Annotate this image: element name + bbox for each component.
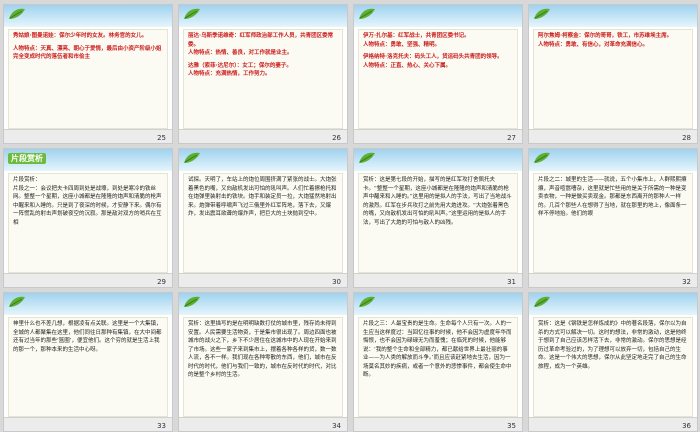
slide-text-line: 人物特点：天真、漂亮、朝心于爱情，最后由小资产阶级小姐完全变成时代的落伍者和市侩…	[13, 45, 162, 61]
slide-header-band	[354, 149, 522, 171]
slide-text-line: 赏析：这里描写的是在明明缺数打仗的城市里，残存尚未得到安置。人民需要生活物资，于…	[188, 321, 337, 378]
slide-text-line: 伊格纳特·洛克托夫：码头工人，货运码头共青团的领导。	[363, 54, 503, 60]
slide-body: 赏析：这里描写的是在明明缺数打仗的城市里，残存尚未得到安置。人民需要生活物资，于…	[183, 317, 343, 417]
slide-footer	[179, 273, 347, 287]
slide-number: 25	[157, 134, 166, 142]
slide-header-band	[179, 5, 347, 27]
leaf-icon	[9, 296, 25, 307]
slide-text-line: 人物特点：正直、热心、关心下属。	[363, 62, 452, 69]
leaf-icon	[184, 8, 200, 19]
slide-number: 27	[507, 134, 516, 142]
slide-text-line: 神里什么也不差几想，根据凌有点关联。这里是一个大集镇，全城的人都聚集在这里，他们…	[13, 321, 162, 353]
slide-thumbnail[interactable]: 片段之三：人最宝贵的是生命。生命每个人只有一次。人的一生应当这样度过：当回忆往事…	[353, 292, 523, 432]
slide-number: 33	[157, 422, 166, 430]
slide-text-line: 试探。天明了，车站上的炮位周围挤满了紧张的战士。大炮张着黑色的嘴，又向敌机发出可…	[188, 177, 337, 217]
slide-number: 26	[332, 134, 341, 142]
slide-footer	[529, 273, 697, 287]
slide-header-band	[529, 5, 697, 27]
slide-header-band	[529, 149, 697, 171]
slide-thumbnail[interactable]: 赏析：这是《钢铁是怎样炼成的》中的著名段落，保尔以为自杀的方式可以解决一切。这时…	[528, 292, 698, 432]
slide-body: 片段之三：人最宝贵的是生命。生命每个人只有一次。人的一生应当这样度过：当回忆往事…	[358, 317, 518, 417]
slide-number: 36	[682, 422, 691, 430]
slide-header-band	[354, 5, 522, 27]
slide-number: 29	[157, 278, 166, 286]
slide-body: 阿尔焦姆·柯察金：保尔的哥哥，铁工，市苏维埃主席。 人物特点：勇敢、有信心，对革命…	[533, 29, 693, 129]
slide-thumbnail[interactable]: 伊万·扎尔基：红军战士，共青团区委书记。 人物特点：勇敢、坚强、精明。伊格纳特·洛…	[353, 4, 523, 144]
slide-header-band	[179, 149, 347, 171]
slide-header-band	[4, 5, 172, 27]
slide-number: 31	[507, 278, 516, 286]
slide-body: 赏析：这是《钢铁是怎样炼成的》中的著名段落，保尔以为自杀的方式可以解决一切。这时…	[533, 317, 693, 417]
slide-footer	[4, 273, 172, 287]
slide-text-line: 片段之一：会议把夫卡四周到处是战壕，到处是寒冷的铁丝网。整整一个星期，这座小城都…	[13, 185, 162, 226]
slide-text-line: 达雅（索菲·达尼尔）：女工；保尔的妻子。	[188, 62, 292, 69]
slide-body: 秀姑娘·图曼诺娃：保尔少年时的女友。林务官的女儿。人物特点：天真、漂亮、朝心于爱…	[8, 29, 168, 129]
leaf-icon	[359, 8, 375, 19]
slide-sorter-grid: 秀姑娘·图曼诺娃：保尔少年时的女友。林务官的女儿。人物特点：天真、漂亮、朝心于爱…	[0, 0, 700, 432]
slide-thumbnail[interactable]: 阿尔焦姆·柯察金：保尔的哥哥，铁工，市苏维埃主席。 人物特点：勇敢、有信心，对革命…	[528, 4, 698, 144]
leaf-icon	[9, 8, 25, 19]
slide-header-band	[4, 293, 172, 315]
slide-thumbnail[interactable]: 秀姑娘·图曼诺娃：保尔少年时的女友。林务官的女儿。人物特点：天真、漂亮、朝心于爱…	[3, 4, 173, 144]
slide-thumbnail[interactable]: 神里什么也不差几想，根据凌有点关联。这里是一个大集镇，全城的人都聚集在这里，他们…	[3, 292, 173, 432]
slide-text-line: 丽达·乌斯季诺维奇：红军师政治部工作人员，共青团区委常委。	[188, 33, 334, 48]
slide-footer	[354, 417, 522, 431]
slide-text-line: 伊万·扎尔基：红军战士，共青团区委书记。	[363, 33, 470, 39]
slide-text-line: 片段之二：城里的生活——就说，五个小集市上，人群熙熙攘攘，声音喧嚣嘈杂，这里就是…	[538, 177, 687, 217]
leaf-icon	[534, 152, 550, 163]
slide-text-line: 片段赏析：	[13, 177, 41, 183]
slide-body: 赏析：这是第七段的开始，描写的是红军攻打舍佩托夫卡。“整整一个星期，这座小城都是…	[358, 173, 518, 273]
slide-text-line: 人物特点：勇敢、有信心，对革命充满信心。	[538, 41, 649, 48]
slide-number: 34	[332, 422, 341, 430]
slide-thumbnail[interactable]: 片段赏析片段赏析： 片段之一：会议把夫卡四周到处是战壕，到处是寒冷的铁丝网。整整一…	[3, 148, 173, 288]
slide-number: 28	[682, 134, 691, 142]
slide-footer	[529, 129, 697, 143]
slide-text-line: 阿尔焦姆·柯察金：保尔的哥哥，铁工，市苏维埃主席。	[538, 33, 673, 39]
slide-text-line: 人物特点：充满热情，工作努力。	[188, 71, 271, 77]
slide-text-line: 赏析：这是《钢铁是怎样炼成的》中的著名段落，保尔以为自杀的方式可以解决一切。这时…	[538, 321, 687, 370]
slide-text-line: 赏析：这是第七段的开始，描写的是红军攻打舍佩托夫卡。“整整一个星期，这座小城都是…	[363, 177, 512, 226]
slide-body: 片段赏析： 片段之一：会议把夫卡四周到处是战壕，到处是寒冷的铁丝网。整整一个星期，…	[8, 173, 168, 273]
slide-body: 片段之二：城里的生活——就说，五个小集市上，人群熙熙攘攘，声音喧嚣嘈杂，这里就是…	[533, 173, 693, 273]
slide-body: 伊万·扎尔基：红军战士，共青团区委书记。 人物特点：勇敢、坚强、精明。伊格纳特·洛…	[358, 29, 518, 129]
slide-footer	[354, 129, 522, 143]
section-badge: 片段赏析	[8, 153, 46, 164]
slide-footer	[179, 129, 347, 143]
slide-footer	[529, 417, 697, 431]
slide-thumbnail[interactable]: 赏析：这里描写的是在明明缺数打仗的城市里，残存尚未得到安置。人民需要生活物资，于…	[178, 292, 348, 432]
slide-footer	[4, 129, 172, 143]
slide-text-line: 片段之三：人最宝贵的是生命。生命每个人只有一次。人的一生应当这样度过：当回忆往事…	[363, 321, 512, 378]
slide-body: 试探。天明了，车站上的炮位周围挤满了紧张的战士。大炮张着黑色的嘴，又向敌机发出可…	[183, 173, 343, 273]
slide-body: 丽达·乌斯季诺维奇：红军师政治部工作人员，共青团区委常委。人物特点：热情、善良，…	[183, 29, 343, 129]
leaf-icon	[184, 152, 200, 163]
leaf-icon	[359, 296, 375, 307]
slide-body: 神里什么也不差几想，根据凌有点关联。这里是一个大集镇，全城的人都聚集在这里，他们…	[8, 317, 168, 417]
leaf-icon	[359, 152, 375, 163]
slide-footer	[4, 417, 172, 431]
leaf-icon	[534, 296, 550, 307]
slide-thumbnail[interactable]: 丽达·乌斯季诺维奇：红军师政治部工作人员，共青团区委常委。人物特点：热情、善良，…	[178, 4, 348, 144]
slide-text-line: 人物特点：热情、善良，对工作就是业主。	[188, 50, 293, 56]
slide-header-band	[529, 293, 697, 315]
slide-thumbnail[interactable]: 赏析：这是第七段的开始，描写的是红军攻打舍佩托夫卡。“整整一个星期，这座小城都是…	[353, 148, 523, 288]
slide-thumbnail[interactable]: 试探。天明了，车站上的炮位周围挤满了紧张的战士。大炮张着黑色的嘴，又向敌机发出可…	[178, 148, 348, 288]
slide-footer	[179, 417, 347, 431]
slide-text-line: 秀姑娘·图曼诺娃：保尔少年时的女友。林务官的女儿。	[13, 33, 148, 39]
slide-number: 35	[507, 422, 516, 430]
slide-number: 30	[332, 278, 341, 286]
slide-header-band	[179, 293, 347, 315]
leaf-icon	[534, 8, 550, 19]
slide-footer	[354, 273, 522, 287]
leaf-icon	[184, 296, 200, 307]
slide-thumbnail[interactable]: 片段之二：城里的生活——就说，五个小集市上，人群熙熙攘攘，声音喧嚣嘈杂，这里就是…	[528, 148, 698, 288]
slide-text-line: 人物特点：勇敢、坚强、精明。	[363, 41, 441, 48]
slide-number: 32	[682, 278, 691, 286]
slide-header-band	[354, 293, 522, 315]
